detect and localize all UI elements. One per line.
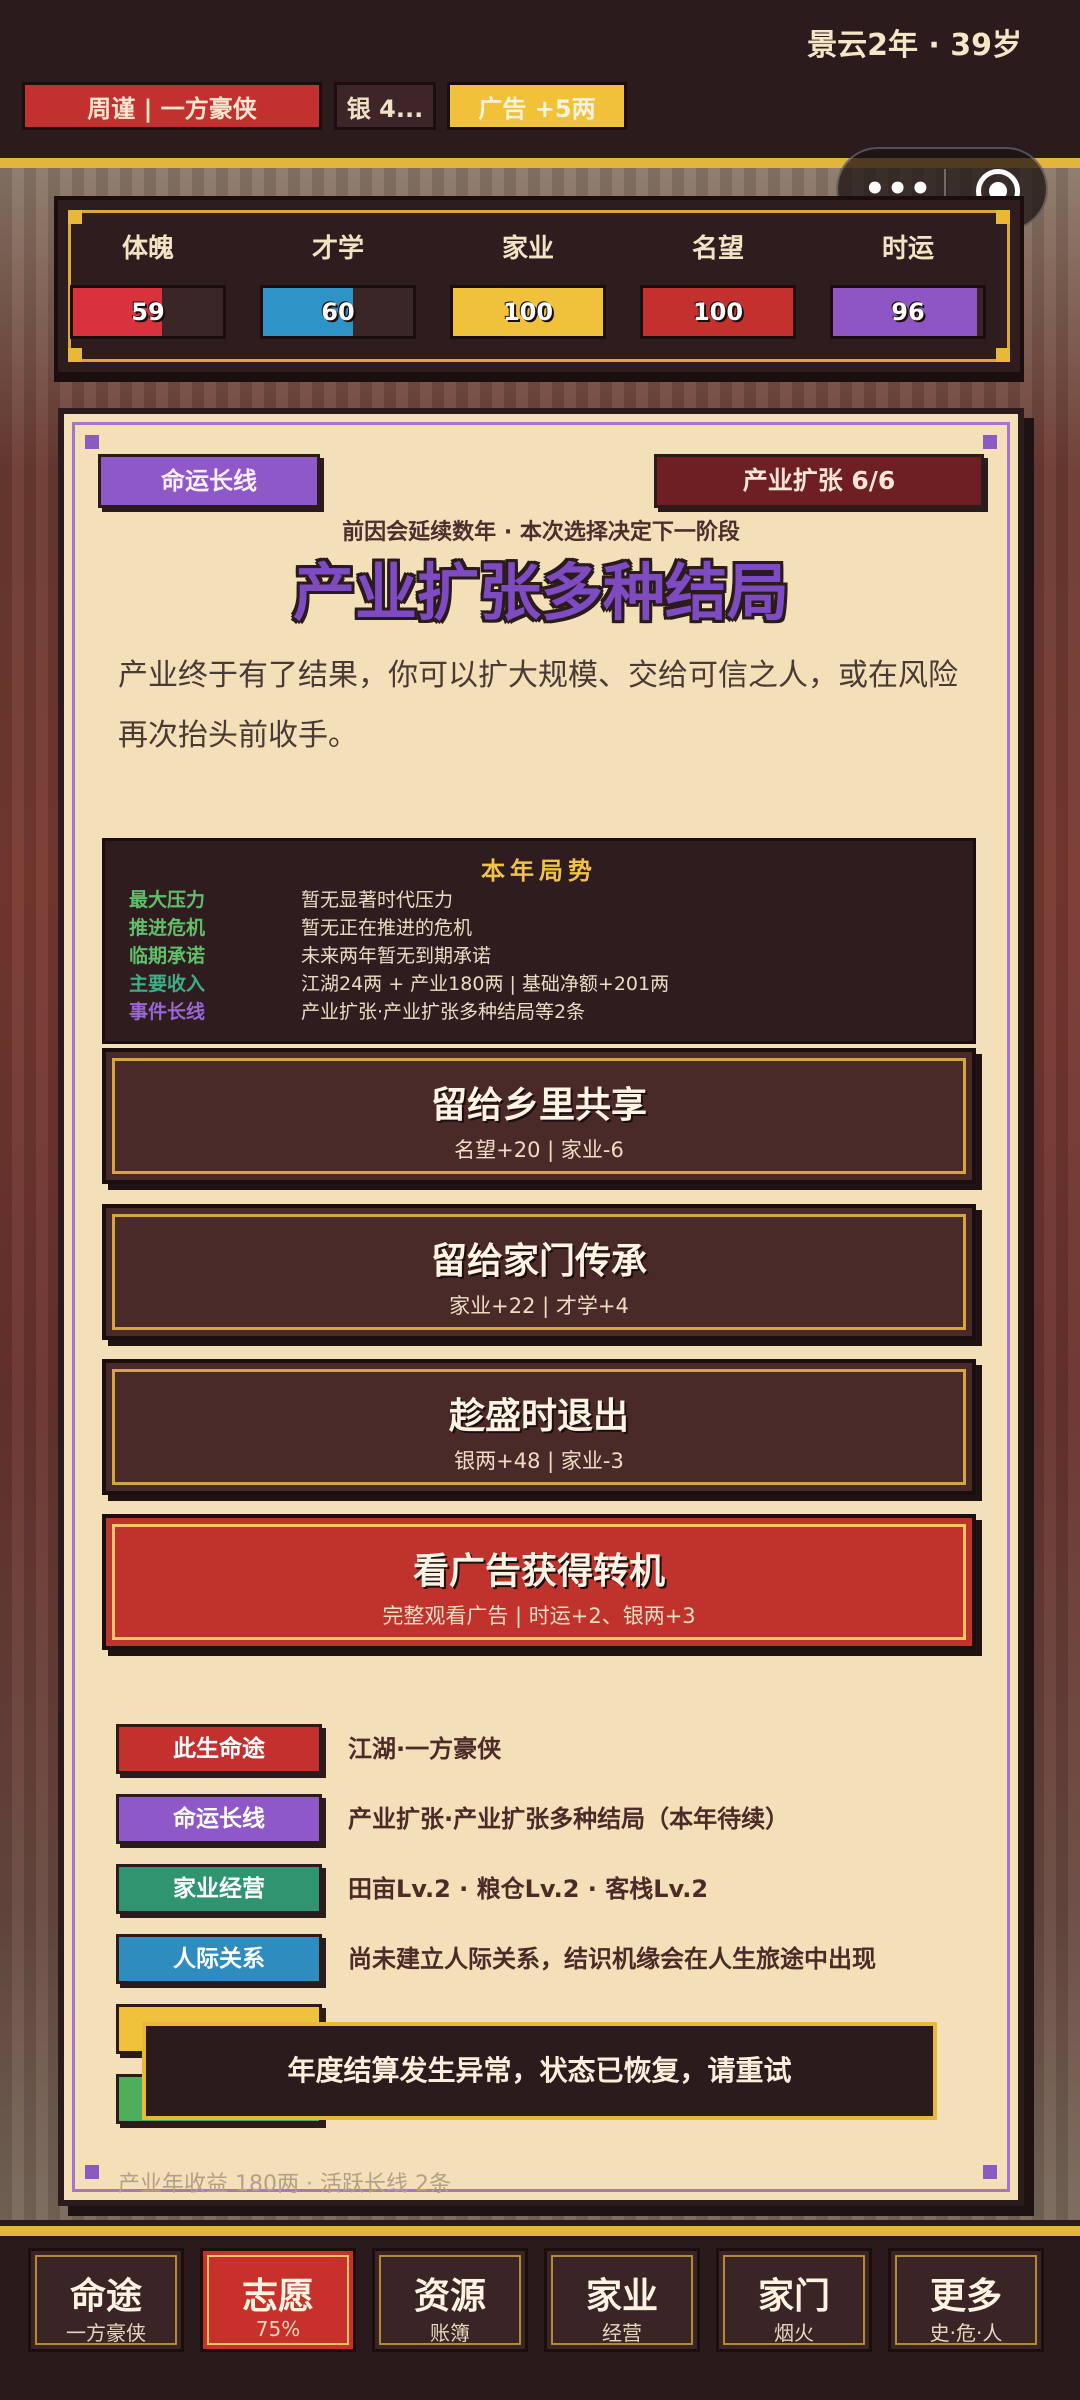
- stat-value: 100: [502, 298, 554, 326]
- nav-sublabel: 75%: [255, 2317, 301, 2341]
- stat-label: 才学: [311, 234, 364, 264]
- nav-label: 资源: [413, 2276, 486, 2317]
- choice-exit-at-peak-button[interactable]: 趁盛时退出 银两+48 | 家业-3: [102, 1359, 976, 1495]
- nav-resources[interactable]: 资源 账簿: [372, 2248, 528, 2352]
- corner-ornament: [996, 348, 1010, 362]
- bottom-nav: 命途 一方豪侠 志愿 75% 资源 账簿 家业 经营 家门 烟火 更多 史·危·…: [0, 2236, 1080, 2400]
- situation-row: 临期承诺 未来两年暂无到期承诺: [129, 941, 491, 968]
- nav-sublabel: 烟火: [774, 2321, 814, 2345]
- stat-estate[interactable]: 家业 100: [448, 228, 608, 339]
- info-badge: 家业经营: [116, 1864, 322, 1914]
- situation-key: 推进危机: [129, 917, 206, 939]
- situation-row: 推进危机 暂无正在推进的危机: [129, 913, 472, 940]
- nav-label: 志愿: [241, 2276, 314, 2317]
- nav-label: 更多: [929, 2276, 1002, 2317]
- year-age-label: 景云2年 · 39岁: [807, 28, 1022, 63]
- situation-row: 主要收入 江湖24两 + 产业180两 | 基础净额+201两: [129, 969, 669, 996]
- silver-chip[interactable]: 银 4...: [334, 82, 436, 130]
- nav-estate[interactable]: 家业 经营: [544, 2248, 700, 2352]
- ad-reward-chip[interactable]: 广告 +5两: [447, 82, 627, 130]
- stat-value: 96: [891, 298, 925, 326]
- stat-value: 59: [131, 298, 165, 326]
- situation-key: 临期承诺: [129, 945, 206, 967]
- choice-title: 留给乡里共享: [430, 1085, 647, 1126]
- situation-value: 暂无正在推进的危机: [301, 917, 473, 939]
- stat-fortune[interactable]: 时运 96: [828, 228, 988, 339]
- corner-ornament: [85, 2165, 99, 2179]
- situation-row: 最大压力 暂无显著时代压力: [129, 885, 453, 912]
- stat-bar: 59: [70, 285, 226, 339]
- choice-effects: 名望+20 | 家业-6: [454, 1138, 624, 1162]
- stats-panel: 体魄 59 才学 60 家业 100 名望 100 时运 96: [54, 196, 1024, 376]
- situation-title: 本年局势: [481, 857, 597, 885]
- nav-life-path[interactable]: 命途 一方豪侠: [28, 2248, 184, 2352]
- nav-more[interactable]: 更多 史·危·人: [888, 2248, 1044, 2352]
- stat-label: 时运: [881, 234, 934, 264]
- info-text: 田亩Lv.2 · 粮仓Lv.2 · 客栈Lv.2: [348, 1875, 709, 1903]
- situation-value: 产业扩张·产业扩张多种结局等2条: [301, 1001, 586, 1023]
- choice-effects: 家业+22 | 才学+4: [449, 1294, 629, 1318]
- event-title: 产业扩张多种结局: [292, 556, 789, 629]
- info-text: 产业扩张·产业扩张多种结局（本年待续）: [348, 1805, 790, 1833]
- nav-label: 命途: [69, 2276, 142, 2317]
- top-bar: 景云2年 · 39岁 周谨 | 一方豪侠 银 4... 广告 +5两: [0, 0, 1080, 158]
- stat-reputation[interactable]: 名望 100: [638, 228, 798, 339]
- stat-label: 名望: [691, 234, 744, 264]
- stat-bar: 100: [640, 285, 796, 339]
- fate-line-tag: 命运长线: [98, 454, 320, 508]
- corner-ornament: [996, 210, 1010, 224]
- corner-ornament: [85, 435, 99, 449]
- info-badge: 人际关系: [116, 1934, 322, 1984]
- nav-label: 家业: [585, 2276, 658, 2317]
- corner-ornament: [983, 2165, 997, 2179]
- situation-value: 暂无显著时代压力: [301, 889, 454, 911]
- info-badge: 此生命途: [116, 1724, 322, 1774]
- watch-ad-button[interactable]: 看广告获得转机 完整观看广告 | 时运+2、银两+3: [102, 1514, 976, 1650]
- stat-bar: 60: [260, 285, 416, 339]
- choice-title: 看广告获得转机: [412, 1551, 665, 1592]
- stat-physique[interactable]: 体魄 59: [68, 228, 228, 339]
- choice-family-inherit-button[interactable]: 留给家门传承 家业+22 | 才学+4: [102, 1204, 976, 1340]
- stat-label: 家业: [501, 234, 554, 264]
- corner-ornament: [68, 348, 82, 362]
- nav-sublabel: 史·危·人: [929, 2321, 1003, 2345]
- corner-ornament: [983, 435, 997, 449]
- situation-row: 事件长线 产业扩张·产业扩张多种结局等2条: [129, 997, 585, 1024]
- situation-value: 未来两年暂无到期承诺: [301, 945, 492, 967]
- situation-value: 江湖24两 + 产业180两 | 基础净额+201两: [301, 973, 670, 995]
- nav-sublabel: 经营: [602, 2321, 642, 2345]
- event-description: 产业终于有了结果，你可以扩大规模、交给可信之人，或在风险再次抬头前收手。: [118, 658, 958, 753]
- choice-title: 留给家门传承: [430, 1241, 647, 1282]
- situation-key: 主要收入: [129, 973, 206, 995]
- stat-talent[interactable]: 才学 60: [258, 228, 418, 339]
- nav-divider: [0, 2226, 1080, 2236]
- nav-sublabel: 一方豪侠: [66, 2321, 146, 2345]
- situation-key: 最大压力: [129, 889, 206, 911]
- nav-family[interactable]: 家门 烟火: [716, 2248, 872, 2352]
- situation-key: 事件长线: [129, 1001, 206, 1023]
- choice-effects: 完整观看广告 | 时运+2、银两+3: [382, 1604, 696, 1628]
- stat-label: 体魄: [121, 234, 174, 264]
- stat-bar: 96: [830, 285, 986, 339]
- stat-value: 100: [692, 298, 744, 326]
- error-toast: 年度结算发生异常，状态已恢复，请重试: [142, 2022, 937, 2120]
- choice-effects: 银两+48 | 家业-3: [454, 1449, 624, 1473]
- yearly-situation-panel: 本年局势 最大压力 暂无显著时代压力 推进危机 暂无正在推进的危机 临期承诺 未来两年…: [102, 838, 976, 1044]
- info-text: 江湖·一方豪侠: [348, 1735, 502, 1763]
- stat-bar: 100: [450, 285, 606, 339]
- choice-title: 趁盛时退出: [448, 1396, 629, 1437]
- stat-value: 60: [321, 298, 355, 326]
- nav-sublabel: 账簿: [430, 2321, 470, 2345]
- income-summary: 产业年收益 180两 · 活跃长线 2条: [118, 2172, 451, 2197]
- info-text: 尚未建立人际关系，结识机缘会在人生旅途中出现: [348, 1945, 876, 1973]
- progress-tag: 产业扩张 6/6: [654, 454, 984, 508]
- character-name-chip[interactable]: 周谨 | 一方豪侠: [22, 82, 322, 130]
- corner-ornament: [68, 210, 82, 224]
- nav-label: 家门: [757, 2276, 830, 2317]
- choice-share-village-button[interactable]: 留给乡里共享 名望+20 | 家业-6: [102, 1048, 976, 1184]
- nav-aspiration[interactable]: 志愿 75%: [200, 2248, 356, 2352]
- info-badge: 命运长线: [116, 1794, 322, 1844]
- event-card: 命运长线 产业扩张 6/6 前因会延续数年 · 本次选择决定下一阶段 产业扩张多…: [58, 408, 1024, 2206]
